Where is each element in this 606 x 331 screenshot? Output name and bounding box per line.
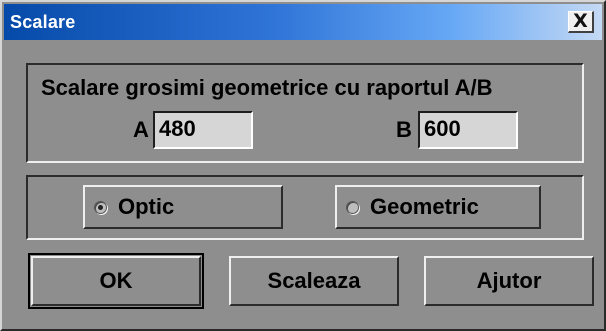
dialog-title: Scalare (10, 12, 76, 32)
geometric-radio-option[interactable]: Geometric (335, 185, 541, 229)
radio-unselected-icon (346, 200, 359, 214)
scale-button[interactable]: Scaleaza (229, 256, 399, 306)
scale-ratio-heading: Scalare grosimi geometrice cu raportul A… (41, 75, 493, 100)
optic-radio-option[interactable]: Optic (83, 185, 283, 229)
field-a-input[interactable]: 480 (153, 111, 253, 149)
scale-button-label: Scaleaza (267, 268, 361, 293)
title-bar[interactable]: Scalare X (4, 4, 602, 40)
field-b-label: B (396, 117, 412, 142)
help-button[interactable]: Ajutor (424, 256, 594, 306)
geometric-radio-label: Geometric (370, 194, 479, 219)
radio-selected-icon (94, 200, 107, 214)
help-button-label: Ajutor (476, 268, 542, 293)
scaling-mode-group: Optic Geometric (26, 175, 584, 240)
scalare-dialog: Scalare X Scalare grosimi geometrice cu … (0, 0, 606, 331)
ok-button[interactable]: OK (28, 253, 204, 309)
close-icon: X (573, 10, 588, 32)
scale-ratio-group: Scalare grosimi geometrice cu raportul A… (26, 63, 584, 163)
field-b-input[interactable]: 600 (418, 111, 518, 149)
field-a-label: A (133, 117, 149, 142)
ok-button-label: OK (99, 268, 133, 293)
close-button[interactable]: X (568, 11, 594, 33)
optic-radio-label: Optic (118, 194, 175, 219)
